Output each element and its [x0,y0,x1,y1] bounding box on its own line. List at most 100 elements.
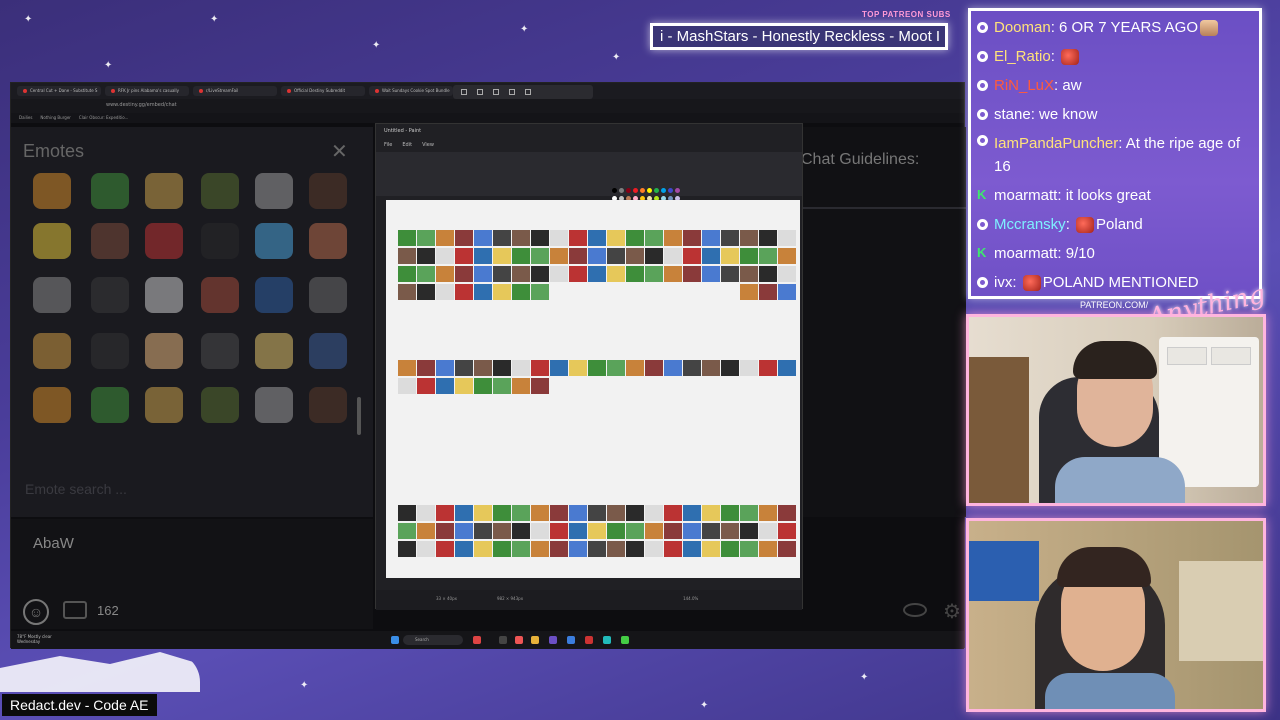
app-icon[interactable] [515,636,523,644]
browser-tab[interactable]: Central Cut + Dane - Substitute S [17,86,101,96]
emote-thumbnail[interactable] [309,223,347,259]
bookmark[interactable]: Nothing Burger [40,115,71,123]
emote-scrollbar[interactable] [357,397,361,435]
emote-thumbnail[interactable] [201,223,239,259]
emote-thumbnail[interactable] [91,333,129,369]
chat-username[interactable]: moarmatt [994,187,1057,204]
color-swatch[interactable] [612,188,617,193]
collage-emote [778,248,796,264]
emote-thumbnail[interactable] [255,173,293,209]
emote-search-input[interactable]: Emote search ... [25,481,127,497]
color-swatch[interactable] [668,188,673,193]
color-swatch[interactable] [675,188,680,193]
chat-username[interactable]: Mccransky [994,216,1066,233]
emote-thumbnail[interactable] [145,173,183,209]
emote-thumbnail[interactable] [201,333,239,369]
chat-username[interactable]: Dooman [994,19,1051,36]
taskbar-search[interactable]: Search [403,635,463,645]
chat-username[interactable]: stane [994,106,1031,123]
emote-thumbnail[interactable] [201,277,239,313]
emote-thumbnail[interactable] [91,173,129,209]
chat-username[interactable]: RiN_LuX [994,77,1054,94]
emote-thumbnail[interactable] [33,387,71,423]
collage-emote [702,230,720,246]
app-icon[interactable] [603,636,611,644]
folder-icon[interactable] [531,636,539,644]
app-icon[interactable] [473,636,481,644]
collage-emote [683,541,701,557]
emote-thumbnail[interactable] [91,277,129,313]
color-swatch[interactable] [640,188,645,193]
video-icon[interactable] [477,89,483,95]
browser-tab[interactable]: r/LiveStreamFail [193,86,277,96]
emote-thumbnail[interactable] [309,173,347,209]
emote-thumbnail[interactable] [309,333,347,369]
emote-thumbnail[interactable] [91,387,129,423]
menu-file[interactable]: File [384,142,392,148]
browser-tab[interactable]: RFK Jr pins Alabama's casually [105,86,189,96]
color-swatch[interactable] [647,188,652,193]
color-swatch[interactable] [633,188,638,193]
app-icon[interactable] [567,636,575,644]
bookmark[interactable]: Clair Obscur: Expeditio... [79,115,129,123]
color-swatch[interactable] [626,188,631,193]
emote-thumbnail[interactable] [255,223,293,259]
chat-input[interactable]: AbaW [33,535,74,552]
emote-thumbnail[interactable] [309,387,347,423]
weather-widget[interactable]: 78°F Mostly clear Wednesday [17,634,52,644]
emote-thumbnail[interactable] [201,173,239,209]
bookmark[interactable]: Dailies [19,115,32,123]
emote-thumbnail[interactable] [145,387,183,423]
emote-thumbnail[interactable] [145,277,183,313]
chat-username[interactable]: ivx [994,274,1012,291]
emote-thumbnail[interactable] [33,223,71,259]
chat-username[interactable]: moarmatt [994,245,1057,262]
star-icon: ✦ [700,700,709,711]
emote-thumbnail[interactable] [255,333,293,369]
browser-tab[interactable]: Official Destiny Subreddit [281,86,365,96]
emote-thumbnail[interactable] [309,277,347,313]
app-icon[interactable] [585,636,593,644]
emote-thumbnail[interactable] [201,387,239,423]
browser-tab[interactable]: Wait Sundays Cookie Spot Bundle [369,86,453,96]
paint-canvas[interactable] [386,200,800,578]
rectangle-icon[interactable] [493,89,499,95]
app-icon[interactable] [621,636,629,644]
collage-emote [721,266,739,282]
address-bar[interactable]: www.destiny.gg/embed/chat [11,99,964,113]
emote-thumbnail[interactable] [255,387,293,423]
close-icon[interactable] [525,89,531,95]
emote-thumbnail[interactable] [33,277,71,313]
collage-emote [569,360,587,376]
close-icon[interactable]: ✕ [331,139,348,164]
emote-thumbnail[interactable] [33,173,71,209]
collage-emote [455,248,473,264]
chat-username[interactable]: El_Ratio [994,48,1051,65]
eye-icon[interactable] [903,603,927,617]
emote-thumbnail[interactable] [145,333,183,369]
emote-thumbnail[interactable] [255,277,293,313]
app-icon[interactable] [499,636,507,644]
collage-emote [417,284,435,300]
capture-icon[interactable] [461,89,467,95]
users-icon[interactable] [63,601,87,619]
top-patreon-subs-ticker: i - MashStars - Honestly Reckless - Moot… [650,23,948,50]
color-swatch[interactable] [661,188,666,193]
collage-emote [759,266,777,282]
menu-view[interactable]: View [422,142,434,148]
emoji-icon[interactable]: ☺ [23,599,49,625]
color-swatch[interactable] [619,188,624,193]
pen-icon[interactable] [509,89,515,95]
collage-emote [398,230,416,246]
gear-icon[interactable]: ⚙ [943,599,961,624]
collage-emote [398,505,416,521]
start-icon[interactable] [391,636,399,644]
app-icon[interactable] [549,636,557,644]
menu-edit[interactable]: Edit [402,142,412,148]
chat-username[interactable]: IamPandaPuncher [994,135,1118,152]
emote-thumbnail[interactable] [91,223,129,259]
emote-thumbnail[interactable] [145,223,183,259]
emote-thumbnail[interactable] [33,333,71,369]
collage-emote [702,248,720,264]
color-swatch[interactable] [654,188,659,193]
